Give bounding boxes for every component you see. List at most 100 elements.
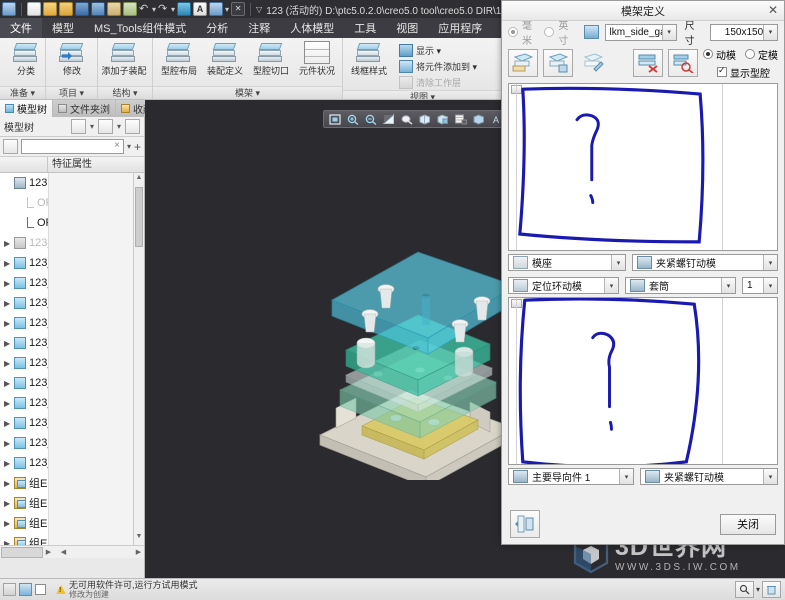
bushing-combo[interactable]: 套筒 ▾ (625, 277, 736, 294)
redo-dropdown-icon[interactable]: ▾ (171, 5, 175, 14)
scroll-right-icon-2[interactable]: ▶ (133, 548, 144, 556)
cavity-cutout-button[interactable]: 型腔切口 (248, 40, 294, 76)
tree-settings-icon[interactable] (125, 119, 140, 134)
group-label-view[interactable]: 视图 ▾ (343, 90, 502, 99)
clear-search-icon[interactable]: × (114, 140, 120, 151)
tab-annotate[interactable]: 注释 (238, 18, 280, 38)
chevron-down-icon[interactable]: ▾ (721, 278, 735, 293)
dialog-title-bar[interactable]: 模架定义 ✕ (502, 1, 784, 21)
classify-button[interactable]: 分类 (3, 40, 49, 76)
expander[interactable]: ▶ (4, 479, 14, 488)
edit-moldbase-button[interactable] (578, 49, 608, 77)
modify-button[interactable]: 修改 (49, 40, 95, 76)
tree-horizontal-scrollbar[interactable]: ▶ ◀ ▶ (0, 545, 144, 558)
moldbase-preview-top[interactable] (508, 83, 778, 251)
clamp-screw-moving-combo[interactable]: 夹紧螺钉动模 ▾ (632, 254, 778, 271)
datum-display-icon[interactable] (380, 112, 397, 127)
selection-filter-icon[interactable] (3, 583, 16, 596)
expander[interactable]: ▶ (4, 419, 14, 428)
cavity-layout-button[interactable]: 型腔布局 (156, 40, 202, 76)
tree-filters-dropdown-icon[interactable]: ▾ (90, 122, 94, 131)
tree-vertical-scrollbar[interactable]: ▲ ▼ (133, 173, 144, 545)
copy-icon[interactable] (107, 2, 121, 16)
appearance-icon[interactable] (398, 112, 415, 127)
filter-dropdown-button[interactable]: ▾ (756, 585, 760, 594)
open-last-icon[interactable] (59, 2, 73, 16)
clamp-screw-moving-2-combo[interactable]: 夹紧螺钉动模 ▾ (640, 468, 778, 485)
chevron-down-icon[interactable]: ▾ (611, 255, 625, 270)
window-icon[interactable] (209, 2, 224, 16)
status-checkbox[interactable] (35, 584, 46, 595)
preview-component-button[interactable] (668, 49, 698, 77)
expander[interactable]: ▶ (4, 459, 14, 468)
close-button[interactable]: 关闭 (720, 513, 776, 535)
search-options-icon[interactable]: ▾ (127, 142, 131, 151)
save-icon[interactable] (75, 2, 89, 16)
undo-icon[interactable]: ↶ (139, 2, 150, 16)
expander[interactable]: ▶ (4, 359, 14, 368)
units-inch-radio[interactable] (544, 27, 555, 37)
base-plate-combo[interactable]: 模座 ▾ (508, 254, 626, 271)
chevron-down-icon[interactable]: ▾ (661, 24, 676, 40)
search-icon[interactable] (3, 139, 18, 154)
group-label-project[interactable]: 项目 ▾ (46, 86, 97, 99)
regenerate-icon[interactable] (177, 2, 192, 16)
expander[interactable]: ▶ (4, 259, 14, 268)
moldbase-definition-dialog[interactable]: 模架定义 ✕ 毫米 英寸 lkm_side_gate ▾ 尺寸 150x150 … (501, 0, 785, 545)
expander[interactable]: ▶ (4, 239, 14, 248)
tab-model[interactable]: 模型 (42, 18, 84, 38)
tab-file[interactable]: 文件 (0, 18, 42, 38)
expander[interactable]: ▶ (4, 499, 14, 508)
scroll-thumb[interactable] (135, 187, 143, 247)
locating-ring-combo[interactable]: 定位环动模 ▾ (508, 277, 619, 294)
globe-icon[interactable] (19, 583, 32, 596)
moldbase-options-button[interactable] (510, 510, 540, 538)
moldbase-preview-bottom[interactable] (508, 297, 778, 465)
tree-columns-dropdown-icon[interactable]: ▾ (117, 122, 121, 131)
annotate-icon[interactable]: A (193, 2, 208, 16)
group-label-moldbase[interactable]: 模架 ▾ (153, 86, 342, 99)
expander[interactable]: ▶ (4, 539, 14, 546)
chevron-down-icon[interactable]: ▾ (763, 24, 777, 40)
add-search-icon[interactable]: + (134, 140, 141, 154)
expander[interactable]: ▶ (4, 399, 14, 408)
add-subassembly-button[interactable]: 添加子装配 (101, 40, 147, 76)
section-icon[interactable] (470, 112, 487, 127)
close-icon[interactable]: ✕ (768, 3, 778, 17)
delete-component-button[interactable] (633, 49, 663, 77)
scroll-right-icon[interactable]: ▶ (43, 548, 54, 556)
group-label-prepare[interactable]: 准备 ▾ (0, 86, 45, 99)
tab-view[interactable]: 视图 (386, 18, 428, 38)
tab-tools[interactable]: 工具 (344, 18, 386, 38)
saved-views-icon[interactable] (434, 112, 451, 127)
scroll-thumb-h[interactable] (1, 546, 43, 558)
tree-filters-icon[interactable] (70, 119, 86, 134)
close-window-icon[interactable]: ✕ (231, 2, 246, 16)
component-status-button[interactable]: 元件状况 (294, 40, 340, 76)
moving-half-radio[interactable] (703, 49, 713, 59)
display-style-icon[interactable] (416, 112, 433, 127)
tab-applications[interactable]: 应用程序 (428, 18, 492, 38)
undo-dropdown-icon[interactable]: ▾ (152, 5, 156, 14)
units-mm-radio[interactable] (508, 27, 518, 37)
expander[interactable]: ▶ (4, 339, 14, 348)
load-moldbase-button[interactable] (508, 49, 538, 77)
expander[interactable]: ▶ (4, 319, 14, 328)
chevron-down-icon[interactable]: ▾ (604, 278, 618, 293)
chevron-down-icon[interactable]: ▾ (763, 469, 777, 484)
expander[interactable]: ▶ (4, 379, 14, 388)
refit-icon[interactable] (326, 112, 343, 127)
moldbase-select[interactable]: lkm_side_gate ▾ (604, 23, 677, 41)
dock-tab-folder-browser[interactable]: 文件夹浏 (53, 100, 116, 117)
zoom-in-icon[interactable] (344, 112, 361, 127)
expander[interactable]: ▶ (4, 279, 14, 288)
show-cavity-checkbox[interactable] (717, 65, 727, 77)
chevron-down-icon[interactable]: ▾ (619, 469, 633, 484)
expander[interactable]: ▶ (4, 519, 14, 528)
fixed-half-radio[interactable] (745, 49, 755, 59)
qat-customize-icon[interactable]: ▽ (256, 5, 262, 14)
expander[interactable]: ▶ (4, 299, 14, 308)
size-select[interactable]: 150x150 ▾ (709, 23, 778, 41)
add-component-to-button[interactable]: 将元件添加到 ▾ (396, 58, 480, 74)
dock-tab-model-tree[interactable]: 模型树 (0, 100, 53, 117)
